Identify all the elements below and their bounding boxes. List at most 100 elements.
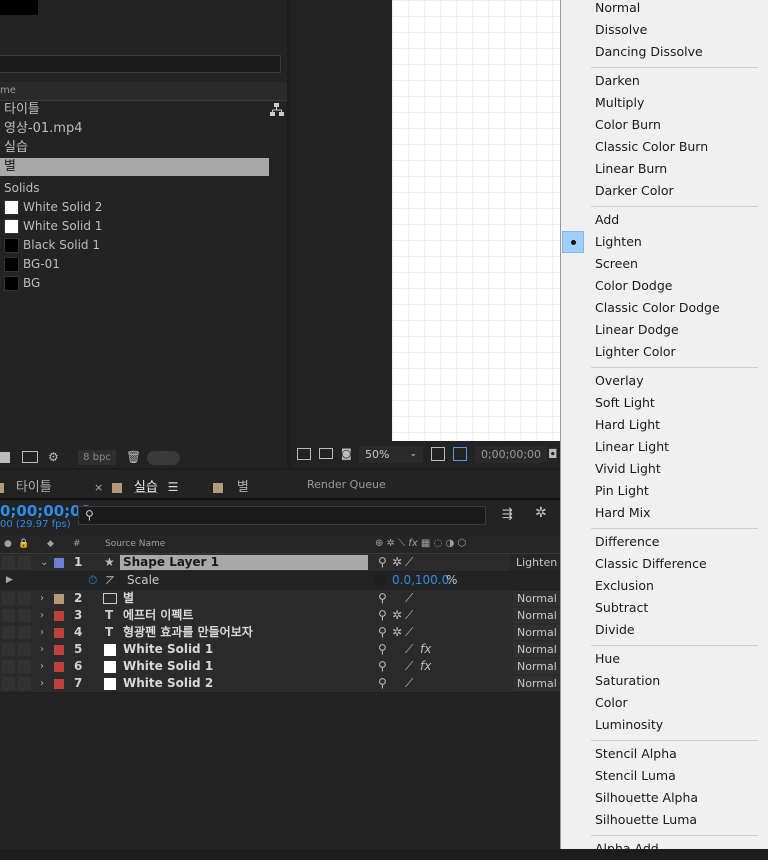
layer-row[interactable]: › 3 T 에프터 이펙트 ⚲ ✲ ⟋ Normal	[0, 607, 560, 625]
menu-item-dissolve[interactable]: Dissolve	[595, 19, 647, 41]
menu-item-darken[interactable]: Darken	[595, 70, 640, 92]
property-row-scale[interactable]: ▶ ⏱ ⦢ Scale 0.0,100.0 %	[0, 572, 560, 590]
quality-icon[interactable]: ⟋	[405, 641, 413, 658]
menu-item-silhouette-alpha[interactable]: Silhouette Alpha	[595, 787, 698, 809]
layer-mode-dropdown[interactable]: Lighten	[510, 554, 560, 571]
menu-item-darker-color[interactable]: Darker Color	[595, 180, 674, 202]
shy-icon[interactable]: ⚲	[378, 658, 387, 675]
shy-icon[interactable]: ⚲	[378, 624, 387, 641]
menu-item-stencil-alpha[interactable]: Stencil Alpha	[595, 743, 677, 765]
monitor-icon[interactable]	[319, 448, 333, 459]
collapse-icon[interactable]: ✲	[392, 554, 402, 571]
project-item-solid[interactable]: White Solid 1	[0, 217, 269, 235]
project-item-video[interactable]: 영상-01.mp4	[0, 120, 269, 138]
transparency-grid-icon[interactable]	[453, 447, 467, 461]
always-preview-icon[interactable]	[297, 448, 311, 460]
project-item-solid[interactable]: Black Solid 1	[0, 236, 269, 254]
new-comp-icon[interactable]	[22, 451, 38, 463]
layer-row[interactable]: › 5 White Solid 1 ⚲ ⟋ fx Normal	[0, 641, 560, 659]
menu-item-color-dodge[interactable]: Color Dodge	[595, 275, 672, 297]
layer-mode-dropdown[interactable]: Normal	[513, 659, 560, 674]
menu-item-classic-color-dodge[interactable]: Classic Color Dodge	[595, 297, 720, 319]
project-item-solid[interactable]: BG-01	[0, 255, 269, 273]
fx-icon[interactable]: fx	[420, 658, 431, 675]
project-search-input[interactable]	[0, 55, 281, 73]
label-color[interactable]	[54, 679, 64, 689]
solo-switch[interactable]	[2, 660, 15, 673]
label-column-icon[interactable]: ◆	[47, 535, 54, 553]
solo-switch[interactable]	[2, 677, 15, 690]
menu-item-luminosity[interactable]: Luminosity	[595, 714, 663, 736]
link-icon[interactable]	[374, 574, 386, 586]
layer-search-input[interactable]: ⚲	[78, 506, 486, 525]
menu-item-hard-mix[interactable]: Hard Mix	[595, 502, 651, 524]
solo-switch[interactable]	[2, 609, 15, 622]
label-color[interactable]	[54, 594, 64, 604]
lock-switch[interactable]	[18, 626, 31, 639]
shy-icon[interactable]: ⚲	[378, 675, 387, 692]
scale-value[interactable]: 0.0,100.0	[392, 572, 449, 589]
menu-item-alpha-add[interactable]: Alpha Add	[595, 838, 659, 860]
chevron-right-icon[interactable]: ›	[40, 641, 44, 658]
menu-item-divide[interactable]: Divide	[595, 619, 635, 641]
shy-icon[interactable]: ⚲	[378, 607, 387, 624]
layer-row[interactable]: ⌄ 1 ★ Shape Layer 1 ⚲ ✲ ⟋ Lighten	[0, 554, 560, 572]
menu-item-add[interactable]: Add	[595, 209, 619, 231]
chevron-right-icon[interactable]: ›	[40, 624, 44, 641]
comp-flowchart-icon[interactable]: ⇶	[502, 507, 513, 522]
graph-icon[interactable]: ⦢	[106, 572, 114, 589]
label-color[interactable]	[54, 662, 64, 672]
menu-item-linear-burn[interactable]: Linear Burn	[595, 158, 667, 180]
menu-item-dancing-dissolve[interactable]: Dancing Dissolve	[595, 41, 703, 63]
layer-mode-dropdown[interactable]: Normal	[513, 591, 560, 606]
label-color[interactable]	[54, 611, 64, 621]
layer-mode-dropdown[interactable]: Normal	[513, 642, 560, 657]
grid-icon[interactable]	[431, 447, 445, 461]
lock-switch[interactable]	[18, 660, 31, 673]
project-item-star-comp[interactable]: 별	[0, 158, 269, 176]
layer-name[interactable]: 별	[123, 590, 134, 607]
chevron-right-icon[interactable]: ▶	[6, 572, 13, 589]
stopwatch-icon[interactable]: ⏱	[88, 572, 97, 589]
menu-item-subtract[interactable]: Subtract	[595, 597, 648, 619]
solo-switch[interactable]	[2, 556, 15, 569]
layer-row[interactable]: › 6 White Solid 1 ⚲ ⟋ fx Normal	[0, 658, 560, 676]
tab-star[interactable]: 별	[213, 476, 249, 495]
solo-switch[interactable]	[2, 626, 15, 639]
solo-switch[interactable]	[2, 592, 15, 605]
menu-item-silhouette-luma[interactable]: Silhouette Luma	[595, 809, 697, 831]
label-color[interactable]	[54, 558, 64, 568]
layer-name[interactable]: 에프터 이펙트	[123, 607, 193, 624]
label-color[interactable]	[54, 628, 64, 638]
shy-icon[interactable]: ⚲	[378, 590, 387, 607]
menu-item-pin-light[interactable]: Pin Light	[595, 480, 649, 502]
layer-row[interactable]: › 7 White Solid 2 ⚲ ⟋ Normal	[0, 675, 560, 693]
layer-row[interactable]: › 4 T 형광펜 효과를 만들어보자 ⚲ ✲ ⟋ Normal	[0, 624, 560, 642]
project-item-practice-comp[interactable]: 실습	[0, 139, 269, 157]
shy-icon[interactable]: ⚲	[378, 641, 387, 658]
quality-icon[interactable]: ⟋	[405, 607, 413, 624]
layer-row[interactable]: › 2 별 ⚲ ⟋ Normal	[0, 590, 560, 608]
magnification-dropdown[interactable]: 50% ⌄	[359, 446, 423, 463]
tab-title[interactable]: 타이틀	[0, 476, 52, 495]
menu-item-saturation[interactable]: Saturation	[595, 670, 660, 692]
menu-item-classic-difference[interactable]: Classic Difference	[595, 553, 707, 575]
quality-icon[interactable]: ⟋	[405, 675, 413, 692]
collapse-icon[interactable]: ✲	[392, 607, 402, 624]
menu-item-difference[interactable]: Difference	[595, 531, 659, 553]
menu-item-hard-light[interactable]: Hard Light	[595, 414, 660, 436]
menu-item-screen[interactable]: Screen	[595, 253, 638, 275]
layer-name[interactable]: White Solid 1	[123, 658, 213, 675]
lock-switch[interactable]	[18, 556, 31, 569]
trash-icon[interactable]: 🗑	[126, 450, 141, 464]
menu-item-lighten[interactable]: Lighten	[595, 231, 642, 253]
label-color[interactable]	[54, 645, 64, 655]
chevron-right-icon[interactable]: ›	[40, 658, 44, 675]
tab-practice[interactable]: × 실습 ☰	[94, 476, 178, 495]
draft-3d-icon[interactable]: ✲	[535, 505, 547, 521]
quality-icon[interactable]: ⟋	[405, 658, 413, 675]
close-icon[interactable]: ×	[94, 481, 103, 494]
layer-mode-dropdown[interactable]: Normal	[513, 608, 560, 623]
mask-visibility-icon[interactable]: ◙	[341, 447, 352, 460]
layer-mode-dropdown[interactable]: Normal	[513, 625, 560, 640]
